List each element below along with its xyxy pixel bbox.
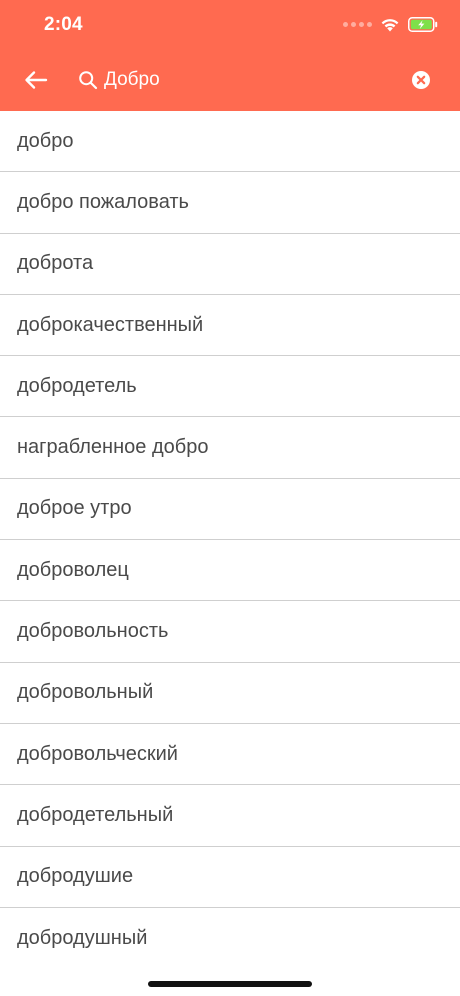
result-item[interactable]: добродушие [0, 847, 460, 908]
home-indicator[interactable] [148, 981, 312, 987]
status-bar: 2:04 [0, 0, 460, 50]
arrow-left-icon [25, 71, 48, 89]
status-time: 2:04 [44, 14, 83, 35]
result-item[interactable]: добровольность [0, 601, 460, 663]
signal-icon [343, 21, 372, 27]
result-item[interactable]: добро [0, 111, 460, 173]
result-item[interactable]: доброволец [0, 540, 460, 602]
search-icon [79, 71, 98, 90]
result-item[interactable]: доброта [0, 234, 460, 295]
battery-charging-icon [408, 16, 438, 32]
search-results-list: добро добро пожаловать доброта доброкаче… [0, 111, 460, 969]
result-item[interactable]: доброкачественный [0, 295, 460, 357]
result-item[interactable]: награбленное добро [0, 417, 460, 479]
wifi-icon [380, 17, 400, 32]
search-input[interactable] [104, 65, 394, 95]
clear-search-button[interactable] [409, 68, 433, 92]
result-item[interactable]: добровольческий [0, 724, 460, 786]
dictionary-search-screen: 2:04 Добро добро добро пожаловать доброт… [0, 0, 460, 996]
result-item[interactable]: добродетельный [0, 785, 460, 847]
status-icons [343, 14, 438, 34]
back-button[interactable] [20, 64, 52, 96]
result-item[interactable]: добровольный [0, 663, 460, 724]
result-item[interactable]: добро пожаловать [0, 172, 460, 234]
result-item[interactable]: добродетель [0, 356, 460, 418]
result-item[interactable]: добродушный [0, 908, 460, 969]
search-bar [0, 50, 460, 111]
result-item[interactable]: доброе утро [0, 479, 460, 541]
header: 2:04 [0, 0, 460, 111]
